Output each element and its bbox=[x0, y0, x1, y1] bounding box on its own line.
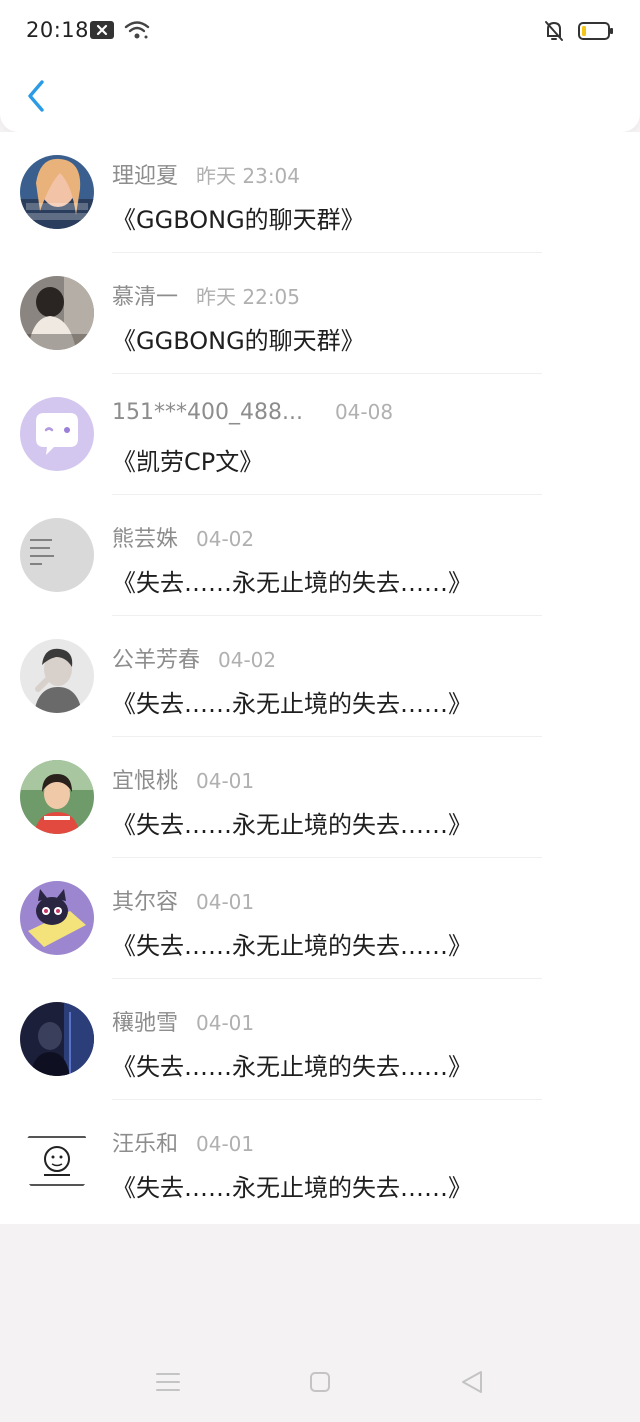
post-time: 04-01 bbox=[196, 1132, 255, 1156]
list-item[interactable]: 宜恨桃 04-01 《失去……永无止境的失去……》 bbox=[0, 737, 640, 858]
menu-icon bbox=[155, 1370, 181, 1398]
menu-button[interactable] bbox=[152, 1368, 184, 1400]
list-item[interactable]: 理迎夏 昨天 23:04 《GGBONG的聊天群》 bbox=[0, 132, 640, 253]
back-nav-button[interactable] bbox=[456, 1368, 488, 1400]
post-time: 04-02 bbox=[218, 648, 277, 672]
user-name[interactable]: 理迎夏 bbox=[112, 158, 178, 190]
list-item[interactable]: 慕清一 昨天 22:05 《GGBONG的聊天群》 bbox=[0, 253, 640, 374]
back-triangle-icon bbox=[459, 1369, 485, 1399]
chevron-left-icon bbox=[25, 79, 47, 117]
avatar[interactable] bbox=[20, 760, 94, 834]
post-time: 04-01 bbox=[196, 890, 255, 914]
home-icon bbox=[308, 1370, 332, 1398]
notification-close-icon bbox=[90, 21, 114, 43]
user-name[interactable]: 151***400_488... bbox=[112, 400, 303, 425]
post-title[interactable]: 《失去……永无止境的失去……》 bbox=[112, 805, 472, 840]
post-title[interactable]: 《失去……永无止境的失去……》 bbox=[112, 1047, 472, 1082]
avatar[interactable] bbox=[20, 155, 94, 229]
back-button[interactable] bbox=[18, 76, 54, 120]
status-left-icons bbox=[90, 20, 150, 44]
list-item[interactable]: 汪乐和 04-01 《失去……永无止境的失去……》 bbox=[0, 1100, 640, 1221]
header-card: 20:18 bbox=[0, 0, 640, 132]
status-right-icons bbox=[544, 20, 614, 46]
post-time: 04-01 bbox=[196, 769, 255, 793]
list-item[interactable]: 公羊芳春 04-02 《失去……永无止境的失去……》 bbox=[0, 616, 640, 737]
user-name[interactable]: 其尔容 bbox=[112, 884, 178, 916]
user-name[interactable]: 宜恨桃 bbox=[112, 763, 178, 795]
status-bar: 20:18 bbox=[0, 0, 640, 64]
user-name[interactable]: 汪乐和 bbox=[112, 1126, 178, 1158]
post-time: 04-01 bbox=[196, 1011, 255, 1035]
post-list: 理迎夏 昨天 23:04 《GGBONG的聊天群》 慕清一 昨天 22:05 《… bbox=[0, 132, 640, 1224]
status-time: 20:18 bbox=[26, 18, 90, 42]
user-name[interactable]: 慕清一 bbox=[112, 279, 178, 311]
battery-low-icon bbox=[578, 21, 614, 45]
avatar[interactable] bbox=[20, 639, 94, 713]
home-button[interactable] bbox=[304, 1368, 336, 1400]
screen: 20:18 理迎夏 昨天 23:04 《GGBONG的聊天群》 慕清一 昨天 2… bbox=[0, 0, 640, 1422]
list-item[interactable]: 穰驰雪 04-01 《失去……永无止境的失去……》 bbox=[0, 979, 640, 1100]
post-title[interactable]: 《GGBONG的聊天群》 bbox=[112, 200, 365, 235]
post-time: 04-08 bbox=[334, 400, 394, 424]
avatar[interactable] bbox=[20, 397, 94, 471]
post-title[interactable]: 《失去……永无止境的失去……》 bbox=[112, 1168, 472, 1203]
avatar[interactable] bbox=[20, 1002, 94, 1076]
wifi-icon bbox=[124, 20, 150, 44]
post-title[interactable]: 《失去……永无止境的失去……》 bbox=[112, 684, 472, 719]
post-title[interactable]: 《GGBONG的聊天群》 bbox=[112, 321, 365, 356]
user-name[interactable]: 穰驰雪 bbox=[112, 1005, 178, 1037]
list-item[interactable]: 熊芸姝 04-02 《失去……永无止境的失去……》 bbox=[0, 495, 640, 616]
avatar[interactable] bbox=[20, 518, 94, 592]
list-item[interactable]: 151***400_488... 04-08 《凯劳CP文》 bbox=[0, 374, 640, 495]
post-title[interactable]: 《凯劳CP文》 bbox=[112, 442, 263, 477]
user-name[interactable]: 公羊芳春 bbox=[112, 642, 200, 674]
avatar[interactable] bbox=[20, 276, 94, 350]
list-item[interactable]: 其尔容 04-01 《失去……永无止境的失去……》 bbox=[0, 858, 640, 979]
avatar[interactable] bbox=[20, 881, 94, 955]
post-time: 04-02 bbox=[196, 527, 255, 551]
post-title[interactable]: 《失去……永无止境的失去……》 bbox=[112, 563, 472, 598]
post-title[interactable]: 《失去……永无止境的失去……》 bbox=[112, 926, 472, 961]
avatar[interactable] bbox=[20, 1123, 94, 1197]
post-time: 昨天 23:04 bbox=[196, 164, 301, 188]
user-name[interactable]: 熊芸姝 bbox=[112, 521, 178, 553]
mute-icon bbox=[544, 20, 564, 46]
post-time: 昨天 22:05 bbox=[196, 285, 301, 309]
system-nav-bar bbox=[0, 1350, 640, 1416]
